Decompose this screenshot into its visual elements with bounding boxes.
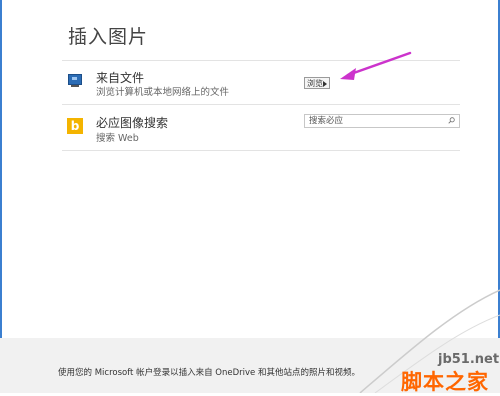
bing-search-input[interactable]: 搜索必应	[304, 114, 460, 128]
divider	[62, 150, 460, 151]
search-icon[interactable]	[448, 117, 455, 124]
caret-right-icon	[323, 81, 327, 87]
source-label: 必应图像搜索	[96, 116, 169, 130]
bing-icon: b	[67, 118, 83, 134]
watermark-site: jb51.net	[438, 352, 500, 367]
computer-icon	[67, 74, 85, 88]
source-row-bing-search[interactable]: b 必应图像搜索 搜索 Web 搜索必应	[62, 108, 460, 152]
search-placeholder: 搜索必应	[309, 116, 344, 126]
browse-button-label: 浏览	[307, 79, 323, 88]
source-description: 浏览计算机或本地网络上的文件	[96, 87, 230, 98]
browse-button[interactable]: 浏览	[304, 77, 330, 89]
annotation-arrow	[340, 51, 412, 80]
source-description: 搜索 Web	[96, 133, 139, 144]
dialog-title: 插入图片	[68, 26, 149, 48]
insert-picture-dialog: 插入图片 来自文件 浏览计算机或本地网络上的文件 浏览 b 必应图像搜索 搜索 …	[0, 0, 500, 394]
watermark-logo-text: 脚本之家	[401, 370, 489, 394]
divider	[62, 104, 460, 105]
